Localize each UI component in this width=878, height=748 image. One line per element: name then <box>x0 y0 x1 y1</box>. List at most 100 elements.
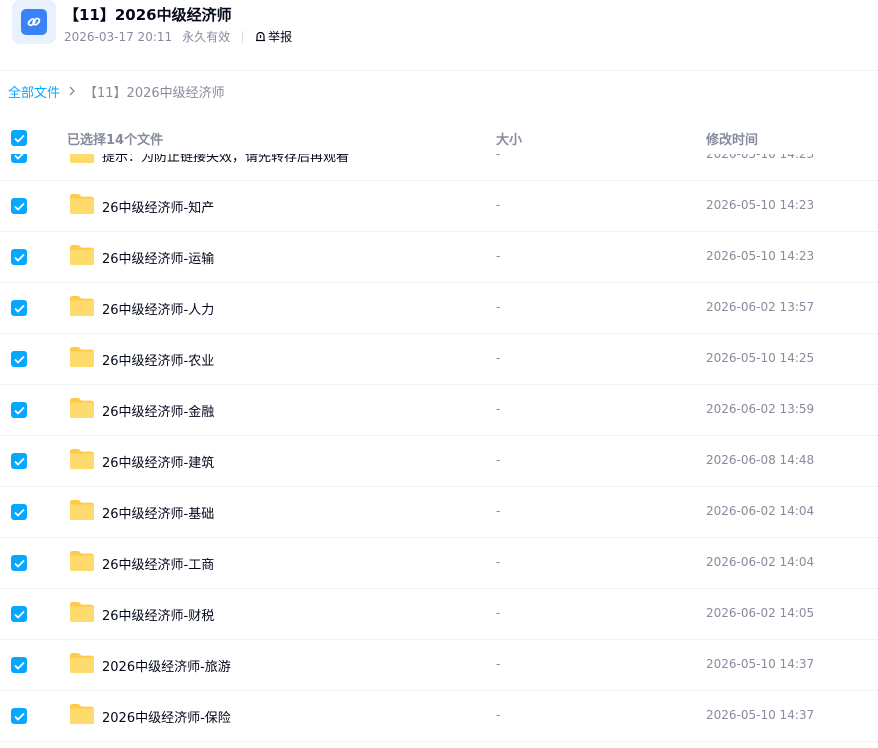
check-icon <box>13 457 25 466</box>
file-name[interactable]: 26中级经济师-金融 <box>102 401 214 420</box>
file-size: - <box>496 249 501 263</box>
file-row[interactable]: 2026中级经济师-保险 - 2026-05-10 14:37 <box>0 691 878 742</box>
file-modified: 2026-06-02 13:59 <box>706 402 815 416</box>
breadcrumb-current: 【11】2026中级经济师 <box>84 86 225 101</box>
file-size: - <box>496 154 501 161</box>
column-header-modified[interactable]: 修改时间 <box>706 129 758 148</box>
row-checkbox[interactable] <box>11 504 27 520</box>
check-icon <box>13 508 25 517</box>
share-link-badge <box>12 0 56 44</box>
check-icon <box>13 610 25 619</box>
file-name[interactable]: 26中级经济师-基础 <box>102 503 214 522</box>
file-modified: 2026-05-10 14:23 <box>706 154 815 161</box>
row-checkbox[interactable] <box>11 657 27 673</box>
file-row[interactable]: 提示：为防止链接失效，请先转存后再观看 - 2026-05-10 14:23 <box>0 154 878 181</box>
breadcrumb-root-link[interactable]: 全部文件 <box>8 82 60 101</box>
file-modified: 2026-05-10 14:23 <box>706 249 815 263</box>
folder-icon <box>70 296 94 316</box>
row-checkbox[interactable] <box>11 351 27 367</box>
folder-icon <box>70 245 94 265</box>
column-header-size[interactable]: 大小 <box>496 129 522 148</box>
file-row[interactable]: 26中级经济师-工商 - 2026-06-02 14:04 <box>0 538 878 589</box>
file-size: - <box>496 453 501 467</box>
select-all-checkbox[interactable] <box>11 130 27 146</box>
share-header: 【11】2026中级经济师 2026-03-17 20:11 永久有效 举报 <box>0 0 878 71</box>
check-icon <box>13 406 25 415</box>
check-icon <box>13 154 23 160</box>
file-name[interactable]: 26中级经济师-人力 <box>102 299 214 318</box>
file-name[interactable]: 2026中级经济师-旅游 <box>102 656 231 675</box>
check-icon <box>13 202 25 211</box>
file-modified: 2026-06-02 14:04 <box>706 504 815 518</box>
meta-divider <box>242 30 244 43</box>
check-icon <box>13 661 25 670</box>
file-name[interactable]: 2026中级经济师-保险 <box>102 707 231 726</box>
file-name[interactable]: 26中级经济师-知产 <box>102 197 214 216</box>
file-size: - <box>496 606 501 620</box>
row-checkbox[interactable] <box>11 453 27 469</box>
link-icon <box>21 9 47 35</box>
file-modified: 2026-06-02 14:05 <box>706 606 815 620</box>
row-checkbox[interactable] <box>11 198 27 214</box>
file-size: - <box>496 300 501 314</box>
file-modified: 2026-05-10 14:25 <box>706 351 815 365</box>
file-name[interactable]: 26中级经济师-财税 <box>102 605 214 624</box>
row-checkbox[interactable] <box>11 606 27 622</box>
folder-icon <box>70 704 94 724</box>
file-size: - <box>496 402 501 416</box>
check-icon <box>13 712 25 721</box>
folder-icon <box>70 398 94 418</box>
file-name[interactable]: 提示：为防止链接失效，请先转存后再观看 <box>102 154 349 165</box>
share-date: 2026-03-17 20:11 <box>64 29 173 44</box>
file-row[interactable]: 26中级经济师-建筑 - 2026-06-08 14:48 <box>0 436 878 487</box>
file-name[interactable]: 26中级经济师-工商 <box>102 554 214 573</box>
share-title: 【11】2026中级经济师 <box>64 6 232 24</box>
row-checkbox[interactable] <box>11 300 27 316</box>
file-size: - <box>496 504 501 518</box>
file-row[interactable]: 26中级经济师-农业 - 2026-05-10 14:25 <box>0 334 878 385</box>
file-modified: 2026-06-02 13:57 <box>706 300 815 314</box>
file-row[interactable]: 26中级经济师-基础 - 2026-06-02 14:04 <box>0 487 878 538</box>
file-row[interactable]: 26中级经济师-金融 - 2026-06-02 13:59 <box>0 385 878 436</box>
file-modified: 2026-05-10 14:37 <box>706 657 815 671</box>
file-row[interactable]: 26中级经济师-运输 - 2026-05-10 14:23 <box>0 232 878 283</box>
file-row[interactable]: 26中级经济师-财税 - 2026-06-02 14:05 <box>0 589 878 640</box>
file-modified: 2026-06-08 14:48 <box>706 453 815 467</box>
row-checkbox[interactable] <box>11 708 27 724</box>
folder-icon <box>70 653 94 673</box>
file-row[interactable]: 2026中级经济师-旅游 - 2026-05-10 14:37 <box>0 640 878 691</box>
file-row[interactable]: 26中级经济师-知产 - 2026-05-10 14:23 <box>0 181 878 232</box>
check-icon <box>13 559 25 568</box>
file-modified: 2026-05-10 14:37 <box>706 708 815 722</box>
share-meta: 2026-03-17 20:11 永久有效 举报 <box>64 28 292 45</box>
file-modified: 2026-06-02 14:04 <box>706 555 815 569</box>
file-list-rows: 提示：为防止链接失效，请先转存后再观看 - 2026-05-10 14:23 2… <box>0 154 878 742</box>
share-validity: 永久有效 <box>182 30 231 44</box>
check-icon <box>13 253 25 262</box>
file-list[interactable]: 提示：为防止链接失效，请先转存后再观看 - 2026-05-10 14:23 2… <box>0 154 878 748</box>
file-name[interactable]: 26中级经济师-运输 <box>102 248 214 267</box>
report-label: 举报 <box>268 30 293 44</box>
file-size: - <box>496 198 501 212</box>
folder-icon <box>70 602 94 622</box>
file-size: - <box>496 657 501 671</box>
check-icon <box>13 304 25 313</box>
file-name[interactable]: 26中级经济师-建筑 <box>102 452 214 471</box>
file-name[interactable]: 26中级经济师-农业 <box>102 350 214 369</box>
breadcrumb: 全部文件 【11】2026中级经济师 <box>8 82 225 101</box>
row-checkbox[interactable] <box>11 555 27 571</box>
file-size: - <box>496 351 501 365</box>
file-size: - <box>496 555 501 569</box>
folder-icon <box>70 551 94 571</box>
file-size: - <box>496 708 501 722</box>
check-icon <box>13 134 25 143</box>
row-checkbox[interactable] <box>11 154 27 163</box>
report-button[interactable]: 举报 <box>255 28 292 45</box>
row-checkbox[interactable] <box>11 402 27 418</box>
report-icon <box>256 31 266 42</box>
folder-icon <box>70 194 94 214</box>
folder-icon <box>70 449 94 469</box>
file-row[interactable]: 26中级经济师-人力 - 2026-06-02 13:57 <box>0 283 878 334</box>
row-checkbox[interactable] <box>11 249 27 265</box>
table-header: 已选择14个文件 大小 修改时间 <box>0 120 878 154</box>
